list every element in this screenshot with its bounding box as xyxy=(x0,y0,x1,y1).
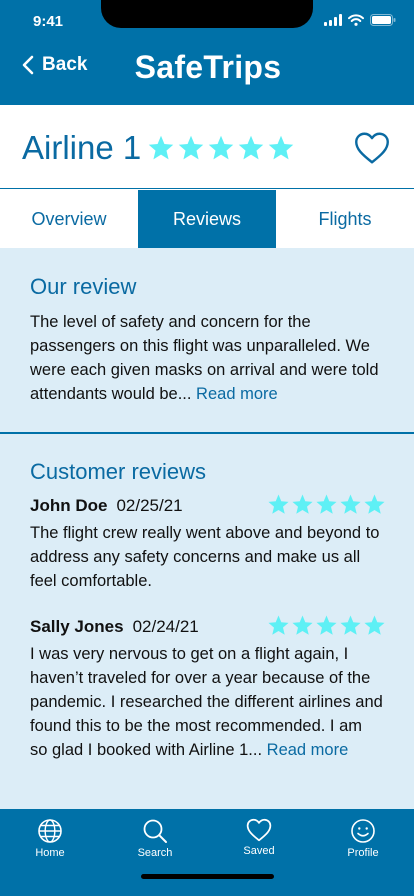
tabbar-label: Saved xyxy=(243,845,275,857)
reviewer-name: Sally Jones xyxy=(30,617,124,636)
review-text: The flight crew really went above and be… xyxy=(30,524,380,590)
review-text: I was very nervous to get on a flight ag… xyxy=(30,642,384,762)
star-icon xyxy=(267,614,290,637)
star-icon xyxy=(363,614,386,637)
star-icon xyxy=(207,134,235,162)
star-icon xyxy=(177,134,205,162)
star-icon xyxy=(237,134,265,162)
star-icon xyxy=(267,493,290,516)
our-review-section: Our review The level of safety and conce… xyxy=(0,274,414,406)
status-icons xyxy=(324,14,396,26)
star-icon xyxy=(339,614,362,637)
review-date: 02/25/21 xyxy=(116,496,183,515)
tabbar-home[interactable]: Home xyxy=(10,818,90,859)
globe-icon xyxy=(38,819,62,843)
reviewer-name: John Doe xyxy=(30,496,108,515)
reviews-content[interactable]: Our review The level of safety and conce… xyxy=(0,248,414,809)
notch xyxy=(101,0,313,28)
airline-rating xyxy=(147,134,295,162)
tab-overview[interactable]: Overview xyxy=(0,190,138,248)
our-review-text: The level of safety and concern for the … xyxy=(30,310,384,406)
review-rating xyxy=(267,493,386,516)
star-icon xyxy=(267,134,295,162)
tabbar-label: Home xyxy=(35,847,65,859)
app-header: Back SafeTrips xyxy=(0,44,414,105)
smiley-icon xyxy=(351,819,375,843)
airline-name: Airline 1 xyxy=(22,129,142,166)
star-icon xyxy=(291,493,314,516)
tab-flights[interactable]: Flights xyxy=(276,190,414,248)
our-review-title: Our review xyxy=(30,274,137,299)
battery-icon xyxy=(370,14,396,26)
star-icon xyxy=(147,134,175,162)
heart-icon xyxy=(355,132,389,164)
tabbar-label: Search xyxy=(137,847,173,859)
review-item: John Doe 02/25/21 The flight crew really… xyxy=(30,493,384,593)
airline-summary: Airline 1 xyxy=(0,105,414,189)
cellular-signal-icon xyxy=(324,14,342,26)
segment-tabs: Overview Reviews Flights xyxy=(0,190,414,248)
tab-reviews[interactable]: Reviews xyxy=(138,190,276,248)
star-icon xyxy=(315,493,338,516)
bottom-tab-bar: Home Search Saved Profile xyxy=(0,809,414,896)
tabbar-profile[interactable]: Profile xyxy=(323,818,403,859)
home-indicator xyxy=(141,874,274,879)
star-icon xyxy=(315,614,338,637)
tabbar-search[interactable]: Search xyxy=(115,818,195,859)
status-time: 9:41 xyxy=(33,13,64,30)
wifi-icon xyxy=(348,14,364,26)
heart-icon xyxy=(246,818,272,842)
customer-reviews-section: Customer reviews John Doe 02/25/21 The f… xyxy=(0,459,414,762)
review-rating xyxy=(267,614,386,637)
star-icon xyxy=(363,493,386,516)
review-read-more-link[interactable]: Read more xyxy=(267,741,349,759)
section-divider xyxy=(0,432,414,434)
review-date: 02/24/21 xyxy=(132,617,199,636)
star-icon xyxy=(339,493,362,516)
star-icon xyxy=(291,614,314,637)
search-icon xyxy=(143,819,167,843)
customer-reviews-title: Customer reviews xyxy=(30,459,207,484)
favorite-button[interactable] xyxy=(354,131,390,170)
tabbar-saved[interactable]: Saved xyxy=(219,818,299,857)
our-review-read-more-link[interactable]: Read more xyxy=(196,385,278,403)
app-title: SafeTrips xyxy=(134,49,282,85)
status-bar: 9:41 xyxy=(0,0,414,44)
tabbar-label: Profile xyxy=(347,847,379,859)
review-item: Sally Jones 02/24/21 I was very nervous … xyxy=(30,614,384,762)
